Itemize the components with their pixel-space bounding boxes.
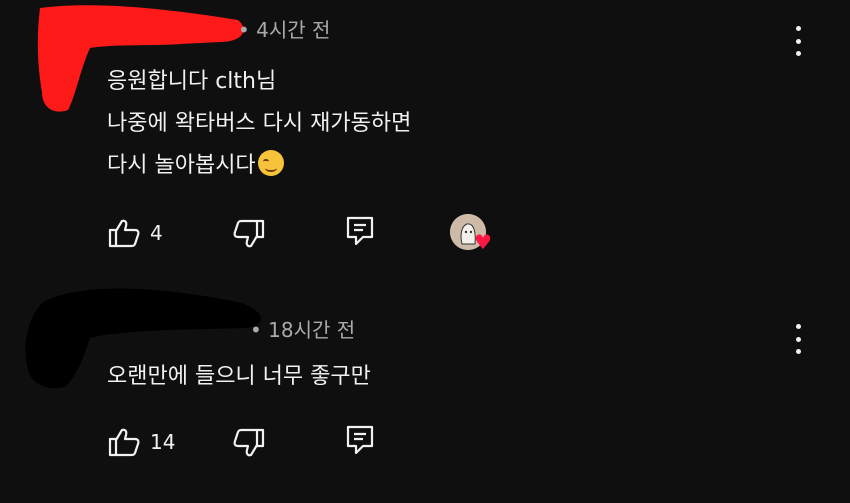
more-vert-icon — [795, 324, 801, 329]
thumb-down-icon — [233, 428, 265, 457]
creator-heart-icon: ♥ — [474, 230, 492, 254]
comment-text-line: 오랜만에 들으니 너무 좋구만 — [107, 364, 371, 389]
dislike-button[interactable] — [233, 219, 265, 249]
like-button[interactable]: 14 — [108, 427, 175, 457]
thumb-up-icon — [108, 219, 140, 248]
like-count: 14 — [150, 430, 176, 454]
like-button[interactable]: 4 — [108, 218, 163, 248]
thumb-down-icon — [233, 219, 265, 248]
dislike-button[interactable] — [233, 428, 265, 458]
comment-2: • 18시간 전 오랜만에 들으니 너무 좋구만 14 — [0, 0, 850, 457]
comment-timestamp: • 18시간 전 — [250, 318, 356, 342]
creator-heart-badge: ♥ — [448, 212, 498, 256]
reply-button[interactable] — [345, 424, 375, 456]
more-options-button[interactable] — [786, 324, 810, 354]
reply-button[interactable] — [345, 215, 375, 247]
reply-icon — [346, 216, 374, 246]
reply-icon — [346, 425, 374, 455]
like-count: 4 — [150, 221, 163, 245]
thumb-up-icon — [108, 428, 140, 457]
